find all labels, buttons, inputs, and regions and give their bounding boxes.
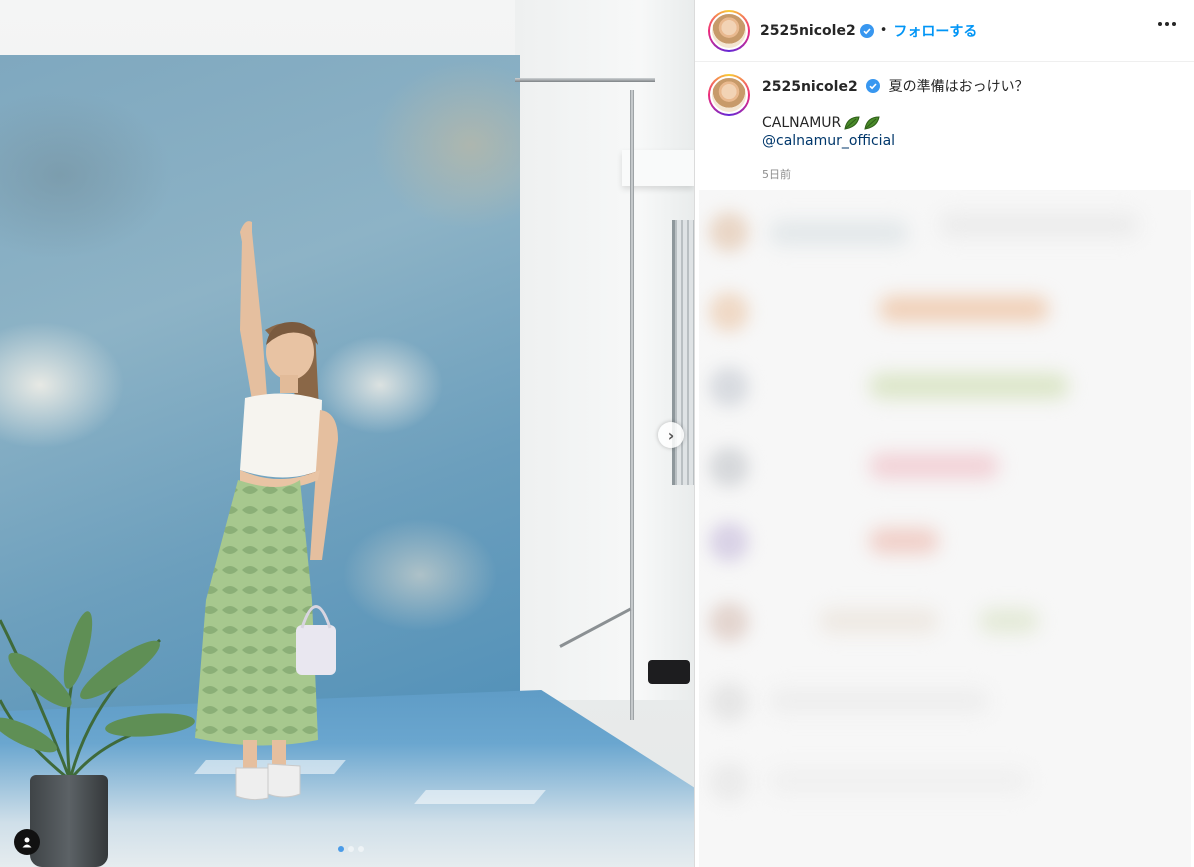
avatar[interactable]	[708, 9, 750, 52]
list-item	[699, 200, 1191, 270]
verified-badge-icon	[859, 23, 874, 38]
carousel-dot	[338, 846, 344, 852]
comments-list-blurred	[699, 190, 1191, 867]
post-sidebar: 2525nicole2 • フォローする 2525nicole2 夏の準備はおっ…	[694, 0, 1194, 867]
caption-line: 2525nicole2 夏の準備はおっけい？	[762, 78, 1162, 96]
caption-avatar[interactable]	[708, 74, 750, 116]
follow-button[interactable]: フォローする	[893, 21, 977, 41]
list-item	[699, 670, 1191, 740]
user-tag-icon[interactable]	[14, 829, 40, 855]
leaf-emoji-icon	[864, 116, 880, 130]
chevron-right-icon[interactable]: ›	[658, 422, 684, 448]
list-item	[699, 355, 1191, 425]
list-item	[699, 280, 1191, 350]
post-time[interactable]: 5日前	[762, 166, 1162, 184]
list-item	[699, 590, 1191, 660]
leaf-emoji-icon	[844, 116, 860, 130]
carousel-indicator	[338, 846, 364, 852]
post-image[interactable]: ›	[0, 0, 694, 867]
caption-body: 2525nicole2 夏の準備はおっけい？ CALNAMUR @calnamu…	[762, 74, 1162, 184]
mention-link[interactable]: @calnamur_official	[762, 132, 1162, 150]
verified-badge-icon	[866, 79, 881, 93]
post-caption: 2525nicole2 夏の準備はおっけい？ CALNAMUR @calnamu…	[695, 62, 1194, 184]
model-figure	[0, 221, 338, 801]
caption-username[interactable]: 2525nicole2	[762, 79, 858, 95]
brand-name: CALNAMUR	[762, 115, 842, 131]
more-options-icon[interactable]	[1158, 22, 1176, 26]
list-item	[699, 750, 1191, 820]
list-item	[699, 435, 1191, 505]
carousel-dot	[348, 846, 354, 852]
header-username[interactable]: 2525nicole2	[760, 23, 856, 39]
separator: •	[879, 23, 888, 38]
brand-line: CALNAMUR	[762, 114, 1162, 132]
post-header: 2525nicole2 • フォローする	[695, 0, 1194, 62]
list-item	[699, 510, 1191, 580]
carousel-dot	[358, 846, 364, 852]
plant-pot	[30, 775, 108, 867]
caption-text: 夏の準備はおっけい？	[888, 79, 1029, 95]
